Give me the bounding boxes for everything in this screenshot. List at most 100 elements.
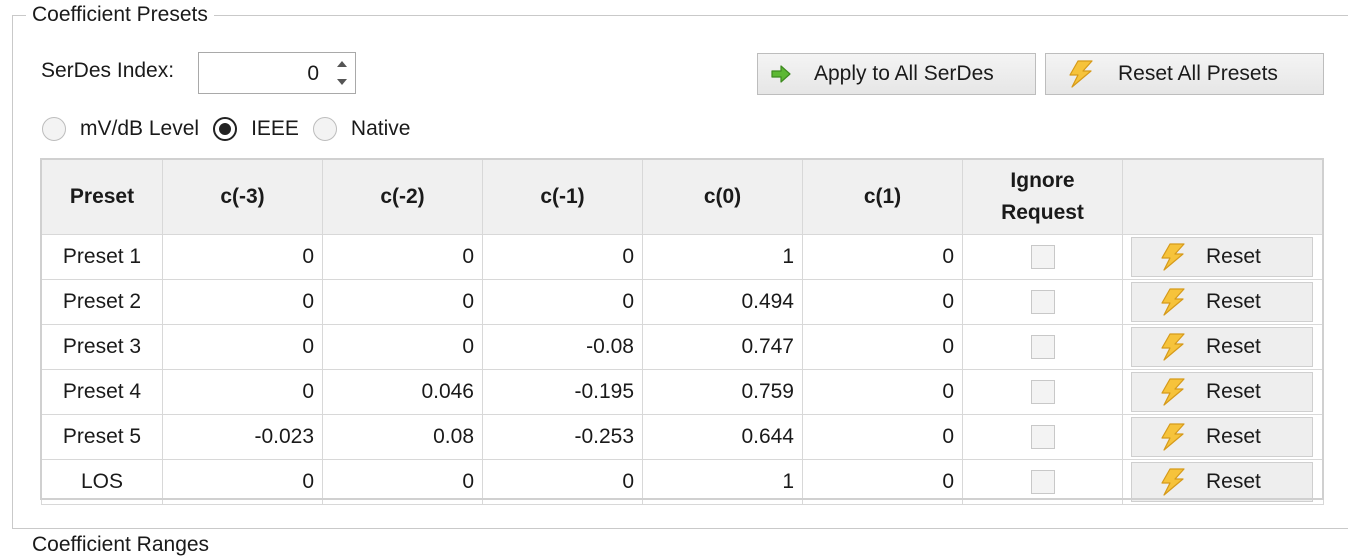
row-reset-button[interactable]: Reset [1131,462,1313,502]
header-ignore-request[interactable]: Ignore Request [962,159,1123,235]
c-minus-2-cell[interactable]: 0 [322,234,483,280]
c-0-cell[interactable]: 0.759 [642,369,803,415]
c-minus-2-cell[interactable]: 0 [322,279,483,325]
radio-ieee[interactable]: IEEE [213,117,299,141]
serdes-index-spinbox[interactable]: 0 [198,52,356,94]
table-row[interactable]: Preset 5 -0.023 0.08 -0.253 0.644 0 Rese… [41,414,1324,460]
group-title: Coefficient Presets [26,2,214,28]
radio-ieee-circle[interactable] [213,117,238,141]
next-group-title: Coefficient Ranges [26,532,216,558]
row-reset-button[interactable]: Reset [1131,237,1313,277]
c-minus-3-cell[interactable]: 0 [162,234,323,280]
c-minus-2-cell[interactable]: 0.08 [322,414,483,460]
c-1-cell[interactable]: 0 [802,414,963,460]
header-c-1[interactable]: c(1) [802,159,963,235]
ignore-request-checkbox[interactable] [1030,335,1055,360]
ignore-request-checkbox[interactable] [1030,425,1055,450]
c-minus-2-cell[interactable]: 0 [322,324,483,370]
spin-up-icon[interactable] [335,57,349,71]
row-reset-label: Reset [1206,380,1261,403]
ignore-request-checkbox[interactable] [1030,245,1055,270]
c-0-cell[interactable]: 0.494 [642,279,803,325]
row-action-cell: Reset [1122,324,1324,370]
header-preset[interactable]: Preset [41,159,163,235]
ignore-request-checkbox[interactable] [1030,290,1055,315]
row-reset-button[interactable]: Reset [1131,417,1313,457]
header-c-minus-3[interactable]: c(-3) [162,159,323,235]
c-minus-3-cell[interactable]: 0 [162,459,323,505]
table-row[interactable]: Preset 4 0 0.046 -0.195 0.759 0 Reset [41,369,1324,415]
row-reset-label: Reset [1206,245,1261,268]
header-ignore-line: Ignore [1010,169,1075,192]
header-actions [1122,159,1324,235]
preset-name-cell[interactable]: Preset 3 [41,324,163,370]
reset-all-presets-label: Reset All Presets [1118,62,1278,85]
header-c-minus-1[interactable]: c(-1) [482,159,643,235]
serdes-index-value[interactable]: 0 [307,61,319,87]
c-minus-1-cell[interactable]: 0 [482,234,643,280]
radio-mv-db-level-label: mV/dB Level [80,117,200,140]
radio-mv-db-level-circle[interactable] [42,117,66,141]
row-reset-button[interactable]: Reset [1131,327,1313,367]
green-arrow-right-icon [770,64,792,84]
c-minus-3-cell[interactable]: 0 [162,369,323,415]
lightning-bolt-icon [1158,422,1188,452]
c-minus-3-cell[interactable]: 0 [162,324,323,370]
c-minus-2-cell[interactable]: 0 [322,459,483,505]
spin-down-icon[interactable] [335,75,349,89]
preset-name-cell[interactable]: Preset 5 [41,414,163,460]
row-reset-label: Reset [1206,335,1261,358]
c-minus-2-cell[interactable]: 0.046 [322,369,483,415]
c-0-cell[interactable]: 0.644 [642,414,803,460]
radio-ieee-label: IEEE [251,117,299,140]
lightning-bolt-icon [1158,287,1188,317]
radio-native[interactable]: Native [312,117,411,141]
c-minus-1-cell[interactable]: 0 [482,459,643,505]
row-action-cell: Reset [1122,459,1324,505]
ignore-request-checkbox[interactable] [1030,470,1055,495]
row-reset-button[interactable]: Reset [1131,282,1313,322]
ignore-request-cell [962,459,1123,505]
ignore-request-cell [962,414,1123,460]
reset-all-presets-button[interactable]: Reset All Presets [1045,53,1324,95]
table-row[interactable]: LOS 0 0 0 1 0 Reset [41,459,1324,505]
table-row[interactable]: Preset 2 0 0 0 0.494 0 Reset [41,279,1324,325]
header-c-minus-2[interactable]: c(-2) [322,159,483,235]
c-minus-1-cell[interactable]: -0.08 [482,324,643,370]
radio-native-circle[interactable] [312,117,337,141]
apply-to-all-serdes-button[interactable]: Apply to All SerDes [757,53,1036,95]
row-action-cell: Reset [1122,234,1324,280]
radio-native-label: Native [350,117,411,140]
c-minus-1-cell[interactable]: -0.253 [482,414,643,460]
preset-name-cell[interactable]: Preset 4 [41,369,163,415]
table-row[interactable]: Preset 1 0 0 0 1 0 Reset [41,234,1324,280]
table-row[interactable]: Preset 3 0 0 -0.08 0.747 0 Reset [41,324,1324,370]
c-minus-1-cell[interactable]: 0 [482,279,643,325]
header-c-0[interactable]: c(0) [642,159,803,235]
row-reset-label: Reset [1206,425,1261,448]
row-action-cell: Reset [1122,414,1324,460]
row-reset-button[interactable]: Reset [1131,372,1313,412]
table-header-row: Preset c(-3) c(-2) c(-1) c(0) c(1) Ignor… [41,159,1324,235]
ignore-request-cell [962,369,1123,415]
c-minus-3-cell[interactable]: -0.023 [162,414,323,460]
preset-name-cell[interactable]: Preset 1 [41,234,163,280]
presets-table: Preset c(-3) c(-2) c(-1) c(0) c(1) Ignor… [41,159,1324,505]
c-minus-3-cell[interactable]: 0 [162,279,323,325]
c-minus-1-cell[interactable]: -0.195 [482,369,643,415]
ignore-request-cell [962,234,1123,280]
c-0-cell[interactable]: 1 [642,234,803,280]
c-1-cell[interactable]: 0 [802,234,963,280]
preset-name-cell[interactable]: LOS [41,459,163,505]
apply-to-all-serdes-label: Apply to All SerDes [814,62,994,85]
ignore-request-checkbox[interactable] [1030,380,1055,405]
radio-mv-db-level[interactable]: mV/dB Level [42,117,199,141]
c-0-cell[interactable]: 1 [642,459,803,505]
c-1-cell[interactable]: 0 [802,279,963,325]
c-1-cell[interactable]: 0 [802,369,963,415]
c-0-cell[interactable]: 0.747 [642,324,803,370]
preset-name-cell[interactable]: Preset 2 [41,279,163,325]
c-1-cell[interactable]: 0 [802,459,963,505]
c-1-cell[interactable]: 0 [802,324,963,370]
lightning-bolt-icon [1158,467,1188,497]
